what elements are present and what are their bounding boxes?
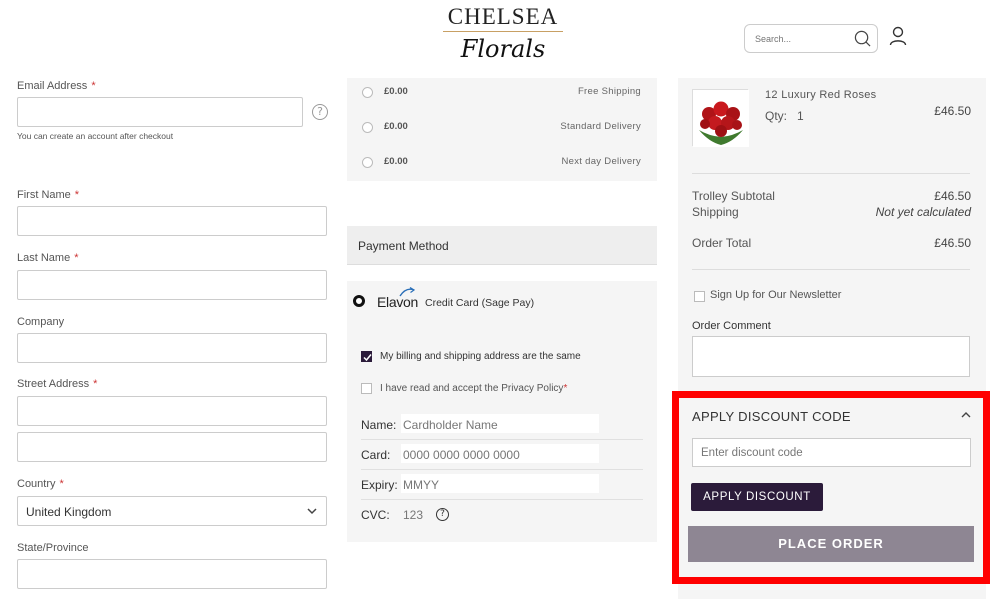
country-label: Country * (17, 478, 64, 490)
card-name-placeholder: Cardholder Name (403, 418, 498, 432)
cvc-help-icon[interactable]: ? (436, 508, 449, 521)
radio-button[interactable] (362, 87, 373, 98)
qty-value: 1 (797, 109, 804, 123)
highlight-box (672, 391, 990, 584)
card-expiry-label: Expiry: (361, 478, 398, 492)
card-number-row: Card: 0000 0000 0000 0000 (361, 440, 643, 470)
logo-wordmark: CHELSEA (447, 4, 559, 29)
radio-button[interactable] (362, 122, 373, 133)
help-icon[interactable]: ? (312, 104, 328, 120)
roses-image (693, 90, 749, 147)
card-number-placeholder: 0000 0000 0000 0000 (403, 448, 520, 462)
street-field-2[interactable] (17, 432, 327, 462)
country-value: United Kingdom (26, 505, 112, 519)
shipping-option[interactable]: £0.00 Free Shipping (347, 83, 657, 103)
chevron-down-icon (307, 508, 317, 515)
last-name-label: Last Name * (17, 252, 79, 264)
card-name-label: Name: (361, 418, 397, 432)
same-address-label: My billing and shipping address are the … (380, 351, 581, 362)
subtotal-label: Trolley Subtotal (692, 189, 775, 203)
shipping-options: £0.00 Free Shipping £0.00 Standard Deliv… (347, 78, 657, 181)
card-cvc-row: CVC: 123 ? (361, 500, 643, 530)
card-name-row: Name: Cardholder Name (361, 410, 643, 440)
privacy-checkbox[interactable] (361, 383, 372, 394)
search-input[interactable] (745, 25, 845, 52)
search-icon[interactable] (854, 30, 871, 47)
order-total-label: Order Total (692, 236, 752, 250)
divider (692, 173, 970, 174)
shipping-value: Not yet calculated (875, 205, 971, 219)
card-expiry-row: Expiry: MMYY (361, 470, 643, 500)
card-number-label: Card: (361, 448, 391, 462)
payment-method-header: Payment Method (347, 226, 657, 265)
account-icon[interactable] (889, 26, 907, 46)
logo[interactable]: CHELSEA Florals (441, 4, 565, 70)
street-field-1[interactable] (17, 396, 327, 426)
email-hint: You can create an account after checkout (17, 131, 174, 141)
shipping-name: Standard Delivery (560, 121, 641, 132)
logo-script: Florals (460, 35, 546, 63)
payment-radio-selected[interactable] (353, 295, 365, 307)
order-comment-textarea[interactable] (692, 336, 970, 377)
newsletter-label: Sign Up for Our Newsletter (710, 289, 842, 301)
product-name: 12 Luxury Red Roses (765, 89, 877, 101)
shipping-price: £0.00 (384, 156, 408, 167)
card-cvc-label: CVC: (361, 508, 390, 522)
card-cvc-placeholder[interactable]: 123 (403, 508, 423, 522)
street-label: Street Address * (17, 378, 98, 390)
state-field[interactable] (17, 559, 327, 589)
divider (692, 269, 970, 270)
card-expiry-placeholder: MMYY (403, 478, 439, 492)
shipping-price: £0.00 (384, 86, 408, 97)
state-label: State/Province (17, 542, 89, 554)
order-total-value: £46.50 (934, 236, 971, 250)
elavon-logo: Elavon (377, 294, 419, 310)
payment-panel: Elavon Credit Card (Sage Pay) My billing… (347, 281, 657, 542)
country-select[interactable]: United Kingdom (17, 496, 327, 526)
email-field[interactable] (17, 97, 303, 127)
radio-button[interactable] (362, 157, 373, 168)
privacy-label[interactable]: I have read and accept the Privacy Polic… (380, 383, 567, 394)
payment-method-title: Payment Method (358, 239, 449, 253)
qty-label: Qty: (765, 109, 788, 123)
company-label: Company (17, 316, 65, 328)
product-price: £46.50 (934, 104, 971, 118)
first-name-label: First Name * (17, 189, 80, 201)
shipping-name: Next day Delivery (561, 156, 641, 167)
shipping-name: Free Shipping (577, 86, 641, 97)
newsletter-checkbox[interactable] (694, 291, 705, 302)
shipping-price: £0.00 (384, 121, 408, 132)
company-field[interactable] (17, 333, 327, 363)
first-name-field[interactable] (17, 206, 327, 236)
product-image[interactable] (692, 89, 749, 147)
subtotal-value: £46.50 (934, 189, 971, 203)
email-label: Email Address * (17, 80, 96, 92)
credit-card-label: Credit Card (Sage Pay) (425, 297, 535, 309)
last-name-field[interactable] (17, 270, 327, 300)
same-address-checkbox[interactable] (361, 351, 372, 362)
shipping-option[interactable]: £0.00 Next day Delivery (347, 153, 657, 173)
search-box[interactable] (744, 24, 878, 53)
shipping-label: Shipping (692, 205, 739, 219)
order-comment-label: Order Comment (692, 320, 771, 332)
shipping-option[interactable]: £0.00 Standard Delivery (347, 118, 657, 138)
